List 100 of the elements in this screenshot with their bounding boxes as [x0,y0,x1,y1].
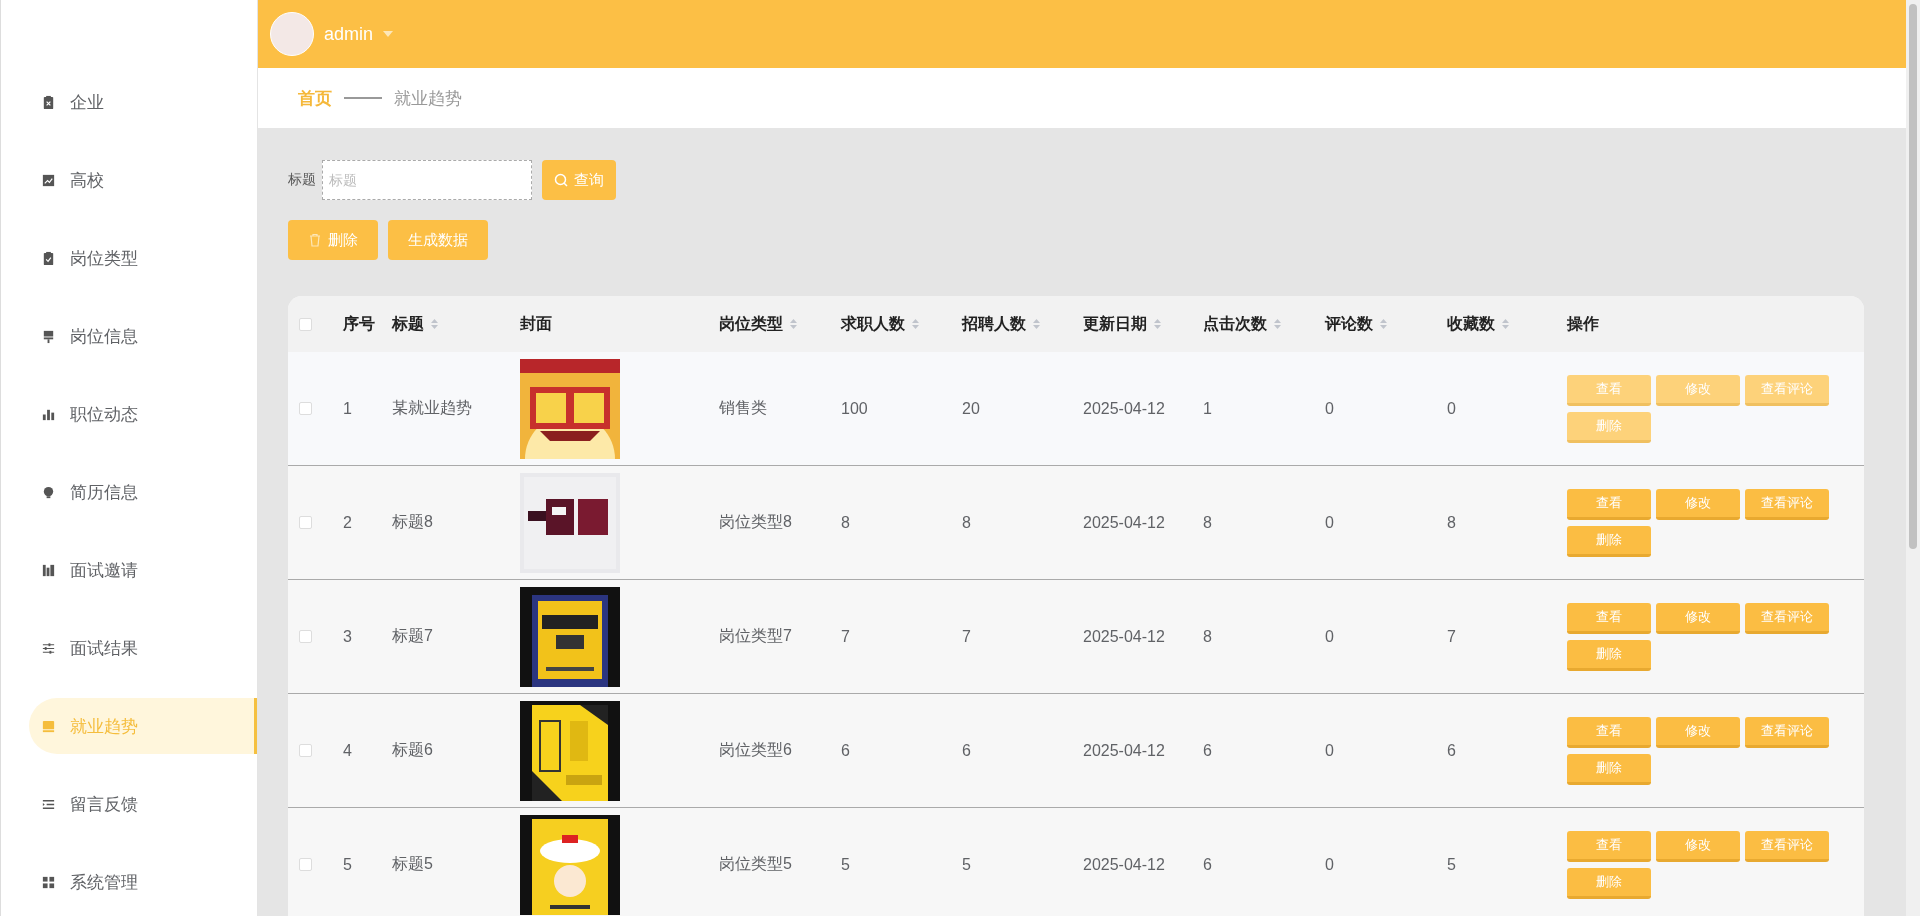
table-cell: 3 [343,627,352,645]
action-button[interactable]: 查看评论 [1745,830,1829,862]
sort-icon[interactable] [1153,318,1162,330]
action-button[interactable]: 查看 [1567,716,1651,748]
action-button[interactable]: 查看评论 [1745,602,1829,634]
row-checkbox[interactable] [299,402,312,415]
sort-icon[interactable] [430,318,439,330]
sidebar-item[interactable]: 面试邀请 [29,542,257,598]
table-cell: 0 [1325,399,1334,417]
sidebar-item[interactable]: 留言反馈 [29,776,257,832]
sidebar-item[interactable]: 简历信息 [29,464,257,520]
column-header[interactable]: 招聘人数 [962,313,1026,335]
action-button[interactable]: 查看 [1567,488,1651,520]
row-checkbox[interactable] [299,516,312,529]
breadcrumb-link[interactable]: 首页 [298,86,332,110]
menu-item-icon [41,640,56,656]
search-field[interactable]: 标题 [322,160,532,200]
table-cell: 岗位类型6 [719,741,792,758]
sort-icon[interactable] [1501,318,1510,330]
table-cell: 0 [1325,627,1334,645]
action-button[interactable]: 修改 [1656,602,1740,634]
action-button[interactable]: 修改 [1656,488,1740,520]
table-cell: 1 [343,399,352,417]
action-button[interactable]: 查看评论 [1745,374,1829,406]
action-button[interactable]: 查看 [1567,374,1651,406]
column-header: 封面 [520,313,552,334]
table-cell: 2025-04-12 [1083,741,1165,759]
search-button[interactable]: 查询 [542,160,616,200]
table-cell: 2025-04-12 [1083,627,1165,645]
sidebar-item[interactable]: 职位动态 [29,386,257,442]
menu-item-icon [41,874,56,890]
menu-item-icon [41,94,56,110]
row-checkbox[interactable] [299,630,312,643]
action-button[interactable]: 删除 [1567,753,1651,785]
action-button[interactable]: 查看 [1567,830,1651,862]
sidebar-item[interactable]: 岗位信息 [29,308,257,364]
table-cell: 8 [1203,627,1212,645]
table-cell: 6 [1447,741,1456,759]
table-cell: 2 [343,513,352,531]
delete-button[interactable]: 删除 [288,220,378,260]
avatar[interactable] [270,12,314,56]
table-cell: 6 [841,741,850,759]
row-checkbox[interactable] [299,858,312,871]
sort-icon[interactable] [1379,318,1388,330]
menu-item-icon [41,562,56,578]
table-cell: 6 [1203,855,1212,873]
sort-icon[interactable] [1273,318,1282,330]
column-header[interactable]: 点击次数 [1203,313,1267,335]
sidebar-item[interactable]: 系统管理 [29,854,257,910]
sidebar-item[interactable]: 企业 [29,74,257,130]
column-header: 序号 [343,313,375,334]
table-cell: 2025-04-12 [1083,399,1165,417]
action-button[interactable]: 修改 [1656,716,1740,748]
table-cell: 2025-04-12 [1083,855,1165,873]
table-cell: 7 [962,627,971,645]
action-button[interactable]: 删除 [1567,411,1651,443]
scrollbar[interactable] [1906,0,1920,916]
table-cell: 岗位类型5 [719,855,792,872]
table-cell: 8 [841,513,850,531]
breadcrumb-current: 就业趋势 [394,87,462,110]
column-header[interactable]: 评论数 [1325,313,1373,335]
action-button[interactable]: 修改 [1656,830,1740,862]
action-button[interactable]: 删除 [1567,525,1651,557]
generate-button[interactable]: 生成数据 [388,220,488,260]
action-button[interactable]: 修改 [1656,374,1740,406]
sidebar-item[interactable]: 高校 [29,152,257,208]
table-cell: 某就业趋势 [392,399,472,416]
sort-icon[interactable] [1032,318,1041,330]
column-header[interactable]: 更新日期 [1083,313,1147,335]
search-icon [554,173,568,187]
table-cell: 5 [343,855,352,873]
sort-icon[interactable] [789,318,798,330]
caret-icon[interactable] [383,31,394,37]
sidebar-item[interactable]: 岗位类型 [29,230,257,286]
column-header[interactable]: 标题 [392,313,424,335]
user-name[interactable]: admin [324,23,374,45]
column-header[interactable]: 求职人数 [841,313,905,335]
action-button[interactable]: 查看 [1567,602,1651,634]
table-cell: 5 [841,855,850,873]
sort-icon[interactable] [911,318,920,330]
row-checkbox[interactable] [299,744,312,757]
field-label: 标题 [288,171,316,189]
table-cell: 20 [962,399,980,417]
table-cell: 8 [1447,513,1456,531]
menu-item-icon [41,328,56,344]
column-header[interactable]: 收藏数 [1447,313,1495,335]
table-cell: 标题5 [392,855,433,872]
action-button[interactable]: 删除 [1567,639,1651,671]
table-cell: 1 [1203,399,1212,417]
table-cell: 6 [1203,741,1212,759]
action-button[interactable]: 查看评论 [1745,716,1829,748]
sidebar-item[interactable]: 面试结果 [29,620,257,676]
table-cell: 4 [343,741,352,759]
action-button[interactable]: 删除 [1567,867,1651,899]
table-cell: 标题8 [392,513,433,530]
table-cell: 岗位类型8 [719,513,792,530]
column-header[interactable]: 岗位类型 [719,313,783,335]
sidebar-item[interactable]: 就业趋势 [29,698,257,754]
select-all-checkbox[interactable] [299,317,312,331]
action-button[interactable]: 查看评论 [1745,488,1829,520]
